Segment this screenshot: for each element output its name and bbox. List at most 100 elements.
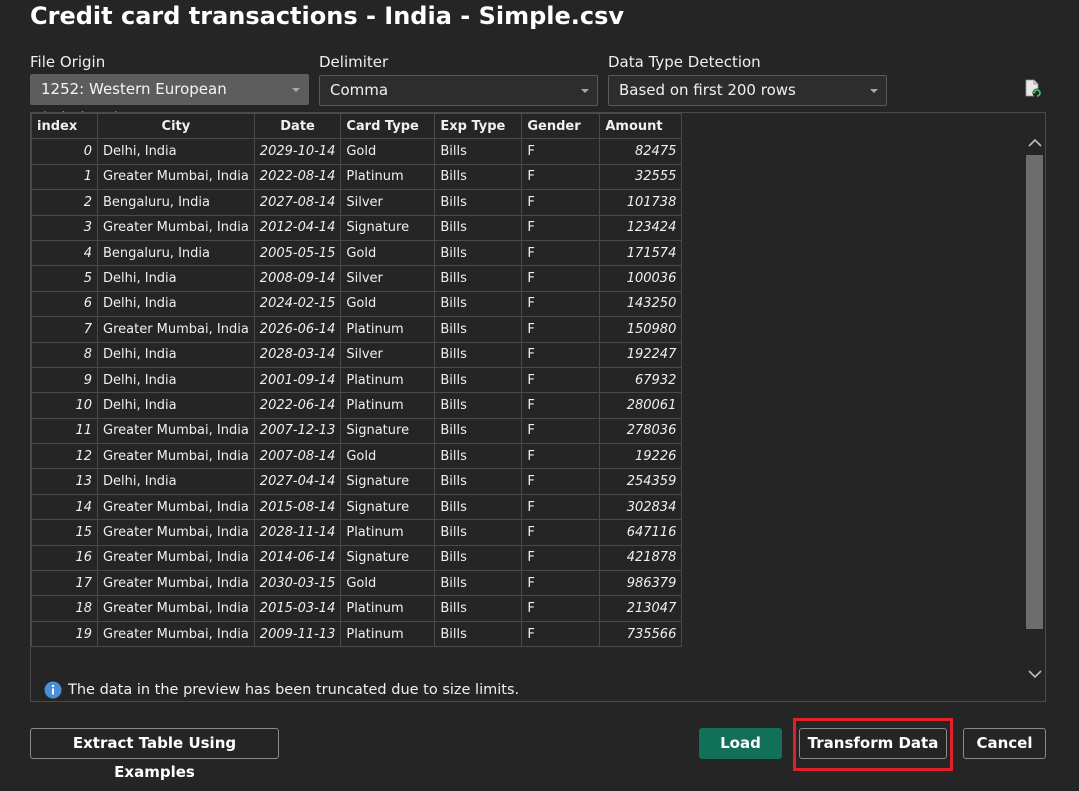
cell-date: 2027-04-14 [253,468,342,495]
cell-card-type: Gold [340,290,436,318]
refresh-document-icon[interactable] [1023,79,1043,99]
cell-exp-type: Bills [434,595,523,622]
cell-amount: 82475 [599,138,683,165]
table-row: 17 Greater Mumbai, India 2030-03-15 Gold Bil… [31,570,683,597]
data-preview-panel: index City Date Card Type Exp Type Gende… [30,112,1046,702]
cell-date: 2007-08-14 [253,443,342,470]
highlight-box [793,718,953,771]
cell-index: 11 [31,417,98,445]
cell-city: Greater Mumbai, India [97,443,255,470]
table-header-row: index City Date Card Type Exp Type Gende… [31,113,683,140]
file-origin-select[interactable]: 1252: Western European (Windows) [30,74,309,127]
cell-date: 2024-02-15 [253,290,342,318]
column-header-city[interactable]: City [97,113,255,140]
delimiter-select[interactable]: Comma [319,75,598,106]
table-row: 4 Bengaluru, India 2005-05-15 Gold Bills F 171… [31,239,683,267]
cell-city: Delhi, India [97,468,255,495]
column-header-gender[interactable]: Gender [521,113,601,140]
table-row: 3 Greater Mumbai, India 2012-04-14 Signatur… [31,214,683,241]
cell-date: 2008-09-14 [253,265,342,292]
cell-date: 2029-10-14 [253,138,342,165]
table-row: 19 Greater Mumbai, India 2009-11-13 Platinu… [31,620,683,648]
cell-gender: F [521,265,601,292]
table-row: 14 Greater Mumbai, India 2015-08-14 Signatu… [31,493,683,521]
cell-exp-type: Bills [434,316,523,343]
extract-table-button[interactable]: Extract Table Using Examples [30,728,279,781]
chevron-down-icon [292,88,300,92]
cell-city: Delhi, India [97,290,255,318]
cell-exp-type: Bills [434,544,523,572]
info-icon [44,681,62,699]
cell-amount: 123424 [599,214,683,241]
column-header-card-type[interactable]: Card Type [340,113,436,140]
cell-gender: F [521,189,601,216]
table-row: 15 Greater Mumbai, India 2028-11-14 Platinu… [31,519,683,546]
cell-index: 17 [31,570,98,597]
column-header-amount[interactable]: Amount [599,113,683,140]
cell-gender: F [521,163,601,191]
scroll-down-button[interactable] [1024,661,1045,687]
cell-amount: 647116 [599,519,683,546]
cell-index: 14 [31,493,98,521]
cell-exp-type: Bills [434,620,523,648]
cell-card-type: Gold [340,570,436,597]
cell-gender: F [521,138,601,165]
data-type-detection-select[interactable]: Based on first 200 rows [608,75,887,106]
cell-city: Bengaluru, India [97,239,255,267]
cell-city: Delhi, India [97,265,255,292]
cell-date: 2030-03-15 [253,570,342,597]
cell-amount: 254359 [599,468,683,495]
cell-exp-type: Bills [434,443,523,470]
cell-gender: F [521,239,601,267]
cancel-button[interactable]: Cancel [963,728,1046,759]
cell-exp-type: Bills [434,341,523,368]
cell-card-type: Platinum [340,519,436,546]
cell-amount: 143250 [599,290,683,318]
cell-index: 19 [31,620,98,648]
cell-amount: 421878 [599,544,683,572]
cell-city: Delhi, India [97,392,255,419]
cell-amount: 986379 [599,570,683,597]
table-row: 5 Delhi, India 2008-09-14 Silver Bills F 10003… [31,265,683,292]
cell-city: Delhi, India [97,138,255,165]
cell-city: Greater Mumbai, India [97,570,255,597]
cell-city: Greater Mumbai, India [97,417,255,445]
cell-index: 18 [31,595,98,622]
cell-card-type: Platinum [340,620,436,648]
cell-date: 2007-12-13 [253,417,342,445]
cell-gender: F [521,468,601,495]
cell-exp-type: Bills [434,493,523,521]
cell-card-type: Platinum [340,316,436,343]
load-button[interactable]: Load [699,728,782,759]
cell-date: 2015-03-14 [253,595,342,622]
column-header-index[interactable]: index [31,113,98,140]
cell-amount: 213047 [599,595,683,622]
scrollbar-thumb[interactable] [1026,155,1043,629]
cell-city: Greater Mumbai, India [97,519,255,546]
cell-city: Greater Mumbai, India [97,214,255,241]
table-row: 13 Delhi, India 2027-04-14 Signature Bills F 2… [31,468,683,495]
column-header-date[interactable]: Date [253,113,342,140]
cell-index: 2 [31,189,98,216]
vertical-scrollbar[interactable] [1024,113,1045,701]
cell-date: 2026-06-14 [253,316,342,343]
truncation-notice: The data in the preview has been truncat… [44,681,519,699]
data-type-detection-label: Data Type Detection [608,53,761,71]
cell-gender: F [521,544,601,572]
delimiter-label: Delimiter [319,53,389,71]
scroll-up-button[interactable] [1024,129,1045,155]
cell-gender: F [521,341,601,368]
cell-gender: F [521,570,601,597]
preview-table: index City Date Card Type Exp Type Gende… [31,113,683,648]
cell-gender: F [521,290,601,318]
cell-amount: 278036 [599,417,683,445]
truncation-notice-text: The data in the preview has been truncat… [68,682,520,698]
cell-gender: F [521,620,601,648]
column-header-exp-type[interactable]: Exp Type [434,113,523,140]
cell-index: 8 [31,341,98,368]
cell-index: 10 [31,392,98,419]
cell-index: 3 [31,214,98,241]
table-row: 8 Delhi, India 2028-03-14 Silver Bills F 19224… [31,341,683,368]
cell-city: Greater Mumbai, India [97,493,255,521]
cell-date: 2001-09-14 [253,366,342,394]
